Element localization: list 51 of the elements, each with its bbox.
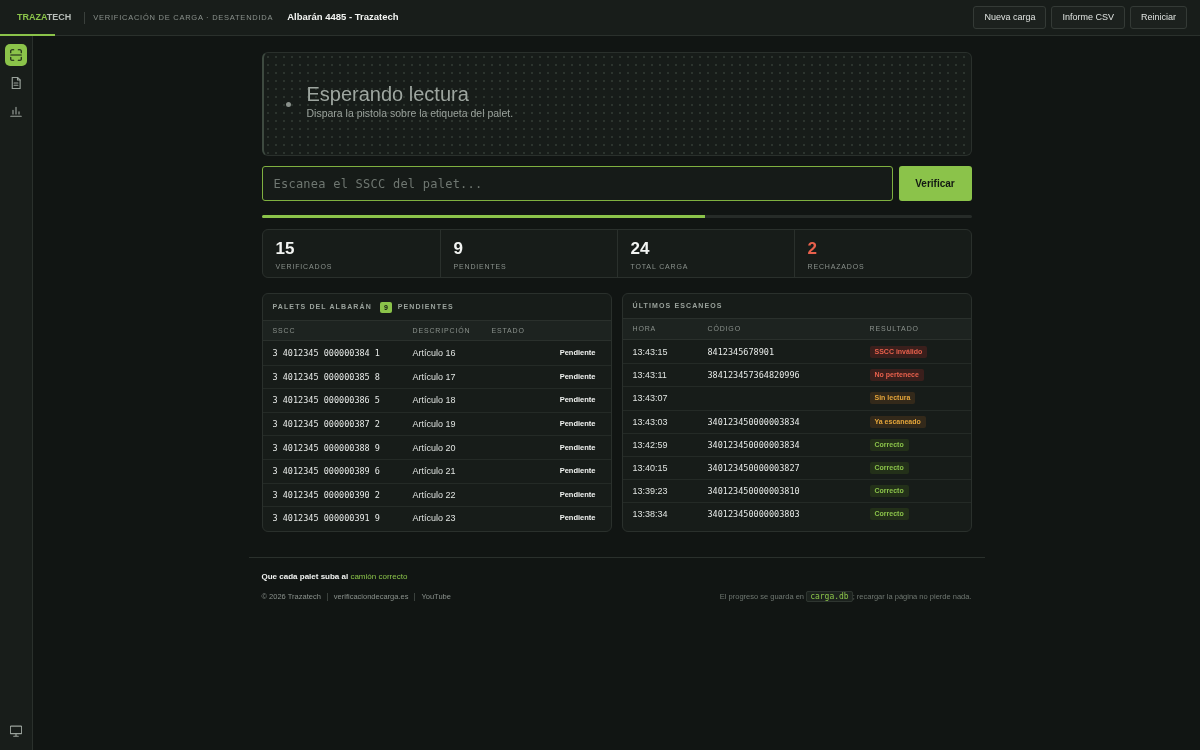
verify-button[interactable]: Verificar <box>898 166 972 201</box>
scan-time: 13:38:34 <box>632 508 668 521</box>
scan-time: 13:39:23 <box>632 485 668 498</box>
sscc-code: 3 4012345 000000386 5 <box>272 394 380 407</box>
item-description: Artículo 23 <box>412 512 456 525</box>
scan-code: 384123457364820996 <box>707 369 800 382</box>
scan-code: 340123450000003803 <box>707 508 800 521</box>
item-description: Artículo 19 <box>412 418 456 431</box>
item-description: Artículo 20 <box>412 441 456 454</box>
stat-value: 2 <box>807 239 817 259</box>
sidebar-item[interactable] <box>5 44 27 66</box>
header-button[interactable]: Reiniciar <box>1130 6 1187 29</box>
sscc-code: 3 4012345 000000391 9 <box>272 512 380 525</box>
scanner-message: Dispara la pistola sobre la etiqueta del palet. <box>306 106 514 120</box>
scan-code: 340123450000003810 <box>707 485 800 498</box>
scan-code: 340123450000003834 <box>707 415 800 428</box>
sscc-code: 3 4012345 000000390 2 <box>272 488 380 501</box>
stat-value: 24 <box>630 239 650 259</box>
sscc-input-field[interactable]: Escanea el SSCC del palet... <box>261 166 893 201</box>
stat-value: 9 <box>453 239 463 259</box>
scan-time: 13:43:03 <box>632 415 668 428</box>
document-title: Albarán 4485 - Trazatech <box>287 10 399 25</box>
scan-time: 13:43:15 <box>632 345 668 358</box>
logo: TRAZATECH <box>17 13 72 22</box>
scan-time: 13:43:07 <box>632 392 668 405</box>
item-description: Artículo 21 <box>412 465 456 478</box>
header-button[interactable]: Nueva carga <box>973 6 1047 29</box>
scanner-title: Esperando lectura <box>306 82 470 106</box>
item-description: Artículo 18 <box>412 394 456 407</box>
sscc-code: 3 4012345 000000387 2 <box>272 418 380 431</box>
document-icon <box>10 77 22 89</box>
header-button[interactable]: Informe CSV <box>1051 6 1125 29</box>
stat-value: 15 <box>275 239 295 259</box>
sscc-code: 3 4012345 000000388 9 <box>272 441 380 454</box>
monitor-icon <box>10 725 22 737</box>
scan-code: 340123450000003827 <box>707 462 800 475</box>
item-description: Artículo 22 <box>412 488 456 501</box>
bar-chart-icon <box>10 105 22 117</box>
scan-code: 8412345678901 <box>707 345 775 358</box>
item-description: Artículo 16 <box>412 346 456 359</box>
scan-time: 13:42:59 <box>632 438 668 451</box>
tagline-link[interactable]: camión correcto <box>350 572 408 581</box>
scan-time: 13:40:15 <box>632 462 668 475</box>
scan-code: 340123450000003834 <box>707 438 800 451</box>
scan-time: 13:43:11 <box>632 369 667 382</box>
sscc-code: 3 4012345 000000385 8 <box>272 370 380 383</box>
scan-icon <box>10 49 22 61</box>
item-description: Artículo 17 <box>412 370 456 383</box>
tagline: Que cada palet suba al camión correcto <box>261 572 408 582</box>
sscc-code: 3 4012345 000000384 1 <box>272 346 380 359</box>
sscc-code: 3 4012345 000000389 6 <box>272 465 380 478</box>
